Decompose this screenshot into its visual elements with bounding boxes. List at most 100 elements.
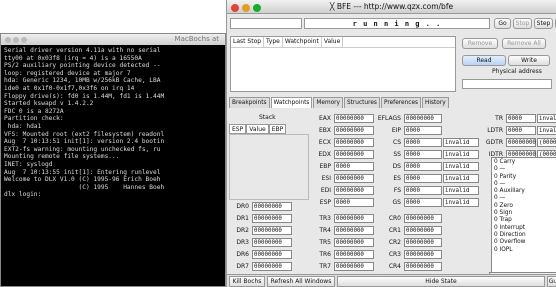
eflags-item[interactable]: 0 Trap	[494, 217, 554, 224]
tab-structures[interactable]: Structures	[343, 97, 380, 108]
terminal-line: Aug 7 10:13:55 init[1]: Entering runleve…	[4, 168, 161, 176]
register-value[interactable]: 0000	[334, 162, 374, 171]
go-button[interactable]: Go	[494, 18, 511, 29]
register-value[interactable]: 00000000	[404, 214, 442, 223]
register-name: CR3	[388, 251, 401, 258]
eflags-item[interactable]: 0 Sign	[494, 210, 554, 217]
register-extra: invalid	[443, 186, 479, 195]
stack-view[interactable]	[229, 134, 309, 200]
physical-address-label: Physical address	[492, 68, 542, 75]
register-value[interactable]: 0000	[404, 198, 442, 207]
register-value[interactable]: 0000	[506, 126, 536, 135]
register-value[interactable]: 0000	[404, 138, 442, 147]
eflags-item[interactable]: 0 Auxiliary	[494, 188, 554, 195]
minimize-icon[interactable]	[242, 4, 250, 12]
register-value[interactable]: 00000000	[252, 226, 292, 235]
eflags-item[interactable]: 0 —	[494, 166, 554, 173]
eflags-item[interactable]: 0 —	[494, 195, 554, 202]
register-value[interactable]: 0000	[404, 186, 442, 195]
register-value[interactable]: 00000000	[252, 238, 292, 247]
register-name: SS	[393, 151, 401, 158]
terminal-line: Partition check:	[4, 115, 64, 123]
terminal-window-buttons[interactable]	[5, 36, 29, 47]
terminal-output[interactable]: Serial driver version 4.11a with no seri…	[1, 45, 225, 201]
zoom-icon[interactable]	[253, 4, 261, 12]
register-name: CR0	[388, 215, 401, 222]
register-value[interactable]: 0000	[334, 198, 374, 207]
register-name: DR1	[236, 215, 249, 222]
register-value[interactable]: 00000000	[334, 238, 374, 247]
terminal-line: Welcome to DLX V1.0 (C) 1995-96 Erich Bo…	[4, 176, 161, 184]
terminal-titlebar: MacBochs at	[1, 34, 225, 45]
register-name: GDTR	[485, 139, 503, 146]
refresh-all-button[interactable]: Refresh All Windows	[267, 276, 335, 287]
tab-watchpoints[interactable]: Watchpoints	[270, 97, 313, 108]
eflags-item[interactable]: 0 Overflow	[494, 239, 554, 246]
tab-memory[interactable]: Memory	[313, 97, 343, 108]
run-status: r u n n i n g . .	[304, 18, 490, 29]
eflags-item[interactable]: 0 IOPL	[494, 247, 554, 254]
register-extra: invalid	[443, 150, 479, 159]
register-name: DR7	[236, 263, 249, 270]
command-input[interactable]	[230, 18, 302, 29]
bfe-window: ╳ BFE --- http://www.qzx.com/bfe r u n n…	[226, 0, 556, 287]
stop-button[interactable]: Stop	[513, 18, 532, 29]
breakpoint-table-header: Last Stop Type Watchpoint Value	[231, 37, 455, 48]
terminal-line: VFS: Mounted root (ext2 filesystem) read…	[4, 130, 165, 138]
register-value[interactable]: 00000000	[404, 262, 442, 271]
hide-state-button[interactable]: Hide State	[337, 276, 545, 287]
remove-button[interactable]: Remove	[462, 38, 498, 49]
tab-breakpoints[interactable]: Breakpoints	[229, 97, 270, 108]
register-value[interactable]: 00000000	[404, 114, 442, 123]
register-value[interactable]: 00000000	[334, 214, 374, 223]
register-value[interactable]: 0000	[506, 114, 536, 123]
register-value[interactable]: 0000	[404, 162, 442, 171]
register-value[interactable]: 0000	[404, 174, 442, 183]
tab-preferences[interactable]: Preferences	[380, 97, 422, 108]
register-value[interactable]: 00000000	[252, 202, 292, 211]
register-extra: invalid	[537, 114, 556, 123]
register-value[interactable]: 00000000	[404, 238, 442, 247]
breakpoint-column-header[interactable]: Last Stop	[231, 37, 265, 47]
read-button[interactable]: Read	[462, 55, 506, 66]
eflags-item[interactable]: 0 Zero	[494, 203, 554, 210]
breakpoint-column-header[interactable]: Value	[322, 37, 344, 47]
gu-button[interactable]: Gu	[547, 276, 556, 287]
register-value[interactable]: 00000000	[334, 226, 374, 235]
breakpoint-column-header[interactable]: Watchpoint	[283, 37, 322, 47]
eflags-item[interactable]: 0 Interrupt	[494, 225, 554, 232]
breakpoint-table[interactable]: Last Stop Type Watchpoint Value	[230, 36, 456, 92]
eflags-item[interactable]: 0 Parity	[494, 174, 554, 181]
step-button[interactable]: Step	[534, 18, 553, 29]
register-value[interactable]: 00000000	[252, 262, 292, 271]
register-value[interactable]: 00000000	[334, 262, 374, 271]
kill-bochs-button[interactable]: Kill Bochs	[229, 276, 265, 287]
register-value[interactable]: 00000000	[404, 250, 442, 259]
register-value[interactable]: 00000000	[506, 138, 536, 147]
tab-history[interactable]: History	[422, 97, 449, 108]
terminal-line: Mounting remote file systems...	[4, 153, 120, 161]
register-value[interactable]: 00000000	[334, 186, 374, 195]
register-value[interactable]: 00000000	[404, 226, 442, 235]
terminal-line: dlx login:	[4, 191, 42, 199]
register-value[interactable]: 00000000	[252, 250, 292, 259]
register-value[interactable]: 00000000	[334, 150, 374, 159]
terminal-window: MacBochs at Serial driver version 4.11a …	[0, 33, 226, 287]
register-value[interactable]: 00000000	[252, 214, 292, 223]
close-icon[interactable]	[231, 4, 239, 12]
register-value[interactable]: 00000000	[334, 138, 374, 147]
write-button[interactable]: Write	[508, 55, 550, 66]
physical-address-input[interactable]	[462, 79, 552, 89]
register-value[interactable]: 00000000	[334, 114, 374, 123]
register-value[interactable]: 00000000	[334, 174, 374, 183]
breakpoint-column-header[interactable]: Type	[264, 37, 283, 47]
register-value[interactable]: 0000	[404, 126, 442, 135]
register-value[interactable]: 00000000	[334, 250, 374, 259]
eflags-item[interactable]: 0 Direction	[494, 232, 554, 239]
register-value[interactable]: 0000	[404, 150, 442, 159]
register-value[interactable]: 00000000	[334, 126, 374, 135]
eflags-list[interactable]: 0 Carry 0 —0 Parity 0 —0 Auxiliary 0 —0 Zer…	[491, 157, 556, 273]
eflags-item[interactable]: 0 —	[494, 181, 554, 188]
remove-all-button[interactable]: Remove All	[502, 38, 546, 49]
eflags-item[interactable]: 0 Carry	[494, 159, 554, 166]
